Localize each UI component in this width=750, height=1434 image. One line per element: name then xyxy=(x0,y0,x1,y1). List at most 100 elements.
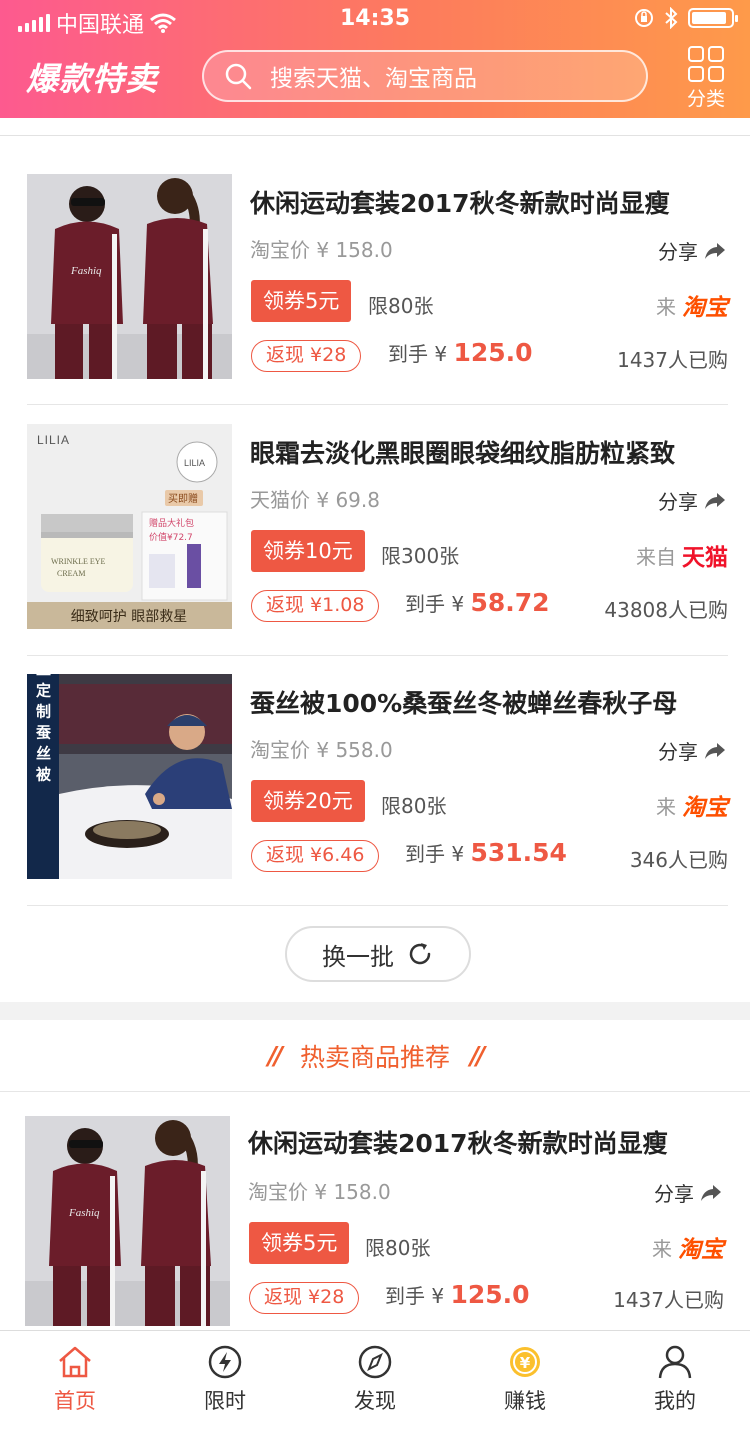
app-logo[interactable]: 爆款特卖 xyxy=(26,54,158,100)
coupon-limit: 限80张 xyxy=(381,794,447,818)
final-price: 到手 ¥ 531.54 xyxy=(405,838,567,867)
coin-icon: ¥ xyxy=(510,1347,540,1377)
share-label: 分享 xyxy=(654,1182,694,1206)
final-price: 到手 ¥ 125.0 xyxy=(388,338,533,367)
product-title[interactable]: 休闲运动套装2017秋冬新款时尚显瘦 xyxy=(248,1124,668,1160)
source-platform: 来淘宝 xyxy=(656,788,728,822)
tab-home-label: 首页 xyxy=(54,1389,96,1413)
source-prefix: 来 xyxy=(652,1236,672,1261)
coupon-limit: 限80张 xyxy=(368,294,434,318)
final-price-prefix: 到手 ¥ xyxy=(388,342,448,366)
final-price: 到手 ¥ 125.0 xyxy=(385,1280,530,1309)
tab-home[interactable]: 首页 xyxy=(0,1331,150,1434)
tab-discover[interactable]: 发现 xyxy=(300,1331,450,1434)
product-image[interactable]: 手工定制蚕丝被 xyxy=(27,674,232,879)
status-icons xyxy=(634,7,738,29)
svg-text:¥: ¥ xyxy=(520,1354,531,1372)
original-price: 天猫价 ¥ 69.8 xyxy=(250,488,380,512)
original-price: 淘宝价 ¥ 158.0 xyxy=(250,238,393,262)
share-button[interactable]: 分享 xyxy=(658,736,726,765)
product-card[interactable]: 手工定制蚕丝被 蚕丝被100%桑蚕丝冬被蝉丝春秋子母 淘宝价 ¥ 558.0 分… xyxy=(0,618,750,879)
image-tag: 买即赠 xyxy=(168,492,198,505)
original-price: 淘宝价 ¥ 558.0 xyxy=(250,738,393,762)
source-platform: 来淘宝 xyxy=(652,1230,724,1264)
status-bar: 中国联通 14:35 xyxy=(0,0,750,40)
cashback-badge: 返现 ¥28 xyxy=(249,1282,360,1314)
home-icon xyxy=(59,1346,91,1378)
tab-flash-sale[interactable]: 限时 xyxy=(150,1331,300,1434)
category-button[interactable]: 分类 xyxy=(683,46,729,111)
coupon-button[interactable]: 领券20元 xyxy=(251,780,365,822)
final-price-prefix: 到手 ¥ xyxy=(405,842,465,866)
bottom-tab-bar: 首页 限时 发现 ¥ 赚钱 我的 xyxy=(0,1330,750,1434)
source-prefix: 来自 xyxy=(636,544,676,569)
sold-count: 346人已购 xyxy=(629,848,728,872)
share-button[interactable]: 分享 xyxy=(654,1178,722,1207)
product-card[interactable]: Fashiq 休闲运动套装2017秋冬新款时尚显瘦 淘宝价 ¥ 158.0 分享… xyxy=(0,118,750,379)
rotation-lock-icon xyxy=(635,9,653,27)
coupon-limit: 限80张 xyxy=(365,1236,431,1260)
product-card[interactable]: LILIA LILIA 买即赠 赠品大礼包 价值¥72.7 WRINKLE EY… xyxy=(0,368,750,629)
final-price-value: 531.54 xyxy=(470,838,567,867)
image-gift: 赠品大礼包 xyxy=(149,517,194,529)
product-title[interactable]: 眼霜去淡化黑眼圈眼袋细纹脂肪粒紧致 xyxy=(250,434,675,470)
tab-profile[interactable]: 我的 xyxy=(600,1331,750,1434)
share-button[interactable]: 分享 xyxy=(658,236,726,265)
section-gap xyxy=(0,1002,750,1020)
tmall-logo: 天猫 xyxy=(682,545,728,571)
svg-text:Fashiq: Fashiq xyxy=(68,1207,100,1219)
final-price-prefix: 到手 ¥ xyxy=(385,1284,445,1308)
svg-text:Fashiq: Fashiq xyxy=(70,265,102,277)
search-input[interactable]: 搜索天猫、淘宝商品 xyxy=(202,50,648,102)
product-card[interactable]: Fashiq 休闲运动套装2017秋冬新款时尚显瘦 淘宝价 ¥ 158.0 分享… xyxy=(0,1060,750,1326)
share-label: 分享 xyxy=(658,240,698,264)
final-price-value: 125.0 xyxy=(450,1280,530,1309)
taobao-logo: 淘宝 xyxy=(682,795,728,821)
svg-text:WRINKLE EYE: WRINKLE EYE xyxy=(51,557,106,566)
product-title[interactable]: 蚕丝被100%桑蚕丝冬被蝉丝春秋子母 xyxy=(250,684,677,720)
coupon-button[interactable]: 领券5元 xyxy=(249,1222,350,1264)
search-placeholder: 搜索天猫、淘宝商品 xyxy=(270,66,477,92)
share-icon xyxy=(705,492,725,509)
product-image[interactable]: Fashiq xyxy=(27,174,232,379)
coupon-button[interactable]: 领券10元 xyxy=(251,530,365,572)
category-label: 分类 xyxy=(686,88,725,110)
coupon-limit: 限300张 xyxy=(381,544,460,568)
source-prefix: 来 xyxy=(656,294,676,319)
image-vertical-text: 手工定制蚕丝被 xyxy=(34,674,52,788)
refresh-label: 换一批 xyxy=(322,942,394,971)
original-price: 淘宝价 ¥ 158.0 xyxy=(248,1180,391,1204)
image-brand: LILIA xyxy=(37,433,70,447)
tab-earn[interactable]: ¥ 赚钱 xyxy=(450,1331,600,1434)
share-label: 分享 xyxy=(658,490,698,514)
product-title[interactable]: 休闲运动套装2017秋冬新款时尚显瘦 xyxy=(250,184,670,220)
share-label: 分享 xyxy=(658,740,698,764)
product-image[interactable]: Fashiq xyxy=(25,1116,230,1326)
flash-icon xyxy=(208,1345,242,1379)
refresh-batch-button[interactable]: 换一批 xyxy=(285,926,471,982)
search-icon xyxy=(225,63,252,90)
share-icon xyxy=(701,1184,721,1201)
tab-discover-label: 发现 xyxy=(354,1389,396,1413)
tab-profile-label: 我的 xyxy=(654,1389,696,1413)
coupon-button[interactable]: 领券5元 xyxy=(251,280,352,322)
app-header: 中国联通 14:35 爆款特卖 搜索天猫、淘宝商品 分类 xyxy=(0,0,750,118)
final-price-value: 58.72 xyxy=(470,588,550,617)
taobao-logo: 淘宝 xyxy=(678,1237,724,1263)
grid-icon xyxy=(688,46,724,82)
source-platform: 来淘宝 xyxy=(656,288,728,322)
final-price: 到手 ¥ 58.72 xyxy=(405,588,550,617)
share-icon xyxy=(705,742,725,759)
item-divider xyxy=(27,905,728,906)
svg-text:LILIA: LILIA xyxy=(184,458,205,468)
refresh-icon xyxy=(409,943,431,965)
share-button[interactable]: 分享 xyxy=(658,486,726,515)
svg-text:CREAM: CREAM xyxy=(57,569,85,578)
product-image[interactable]: LILIA LILIA 买即赠 赠品大礼包 价值¥72.7 WRINKLE EY… xyxy=(27,424,232,629)
user-icon xyxy=(658,1345,692,1379)
final-price-prefix: 到手 ¥ xyxy=(405,592,465,616)
taobao-logo: 淘宝 xyxy=(682,295,728,321)
tab-flash-sale-label: 限时 xyxy=(204,1389,246,1413)
cashback-badge: 返现 ¥6.46 xyxy=(251,840,380,872)
sold-count: 1437人已购 xyxy=(613,1288,724,1312)
